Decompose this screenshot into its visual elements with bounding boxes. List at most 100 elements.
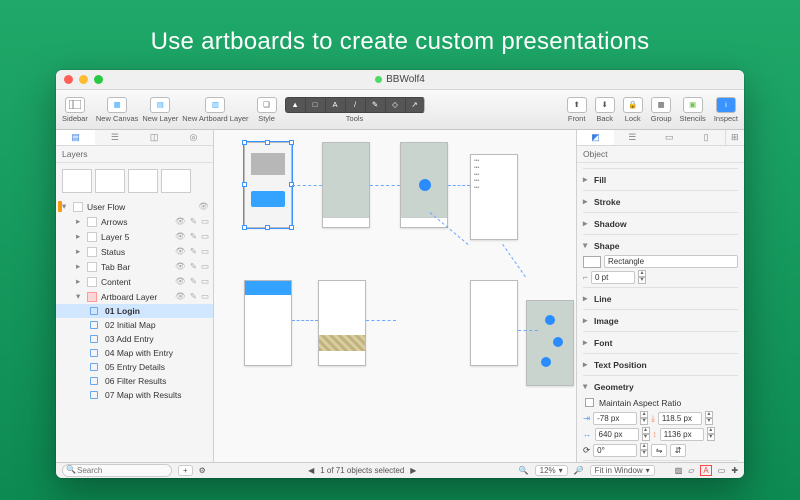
artboard-details2[interactable] — [244, 280, 292, 366]
lock-icon[interactable]: ✎ — [190, 216, 197, 227]
inspect-button[interactable]: iInspect — [714, 97, 738, 123]
visibility-icon[interactable]: 👁 — [175, 216, 186, 227]
artboard-entry-details[interactable] — [318, 280, 366, 366]
section-fill[interactable]: ▸Fill — [583, 172, 738, 187]
search-input[interactable] — [62, 464, 172, 477]
artboard-login[interactable] — [244, 142, 292, 228]
lock-button[interactable]: 🔒Lock — [623, 97, 643, 123]
section-stroke[interactable]: ▸Stroke — [583, 194, 738, 209]
lock-icon[interactable]: ✎ — [190, 261, 197, 272]
add-button[interactable]: + — [178, 465, 193, 476]
visibility-icon[interactable]: 👁 — [198, 201, 209, 212]
layer-row[interactable]: ▸Content👁✎▭ — [56, 274, 213, 289]
shape-select[interactable]: Rectangle — [604, 255, 738, 268]
artboard-row[interactable]: 03 Add Entry — [56, 332, 213, 346]
connection-tool[interactable]: ↗ — [405, 97, 425, 113]
maintain-aspect-checkbox[interactable] — [585, 398, 594, 407]
corner-radius-field[interactable]: 0 pt — [591, 271, 635, 284]
selection-tool[interactable]: ▲ — [285, 97, 305, 113]
section-shape[interactable]: ▾Shape — [583, 238, 738, 253]
y-field[interactable]: 118.5 px — [658, 412, 702, 425]
layer-row[interactable]: ▸Tab Bar👁✎▭ — [56, 259, 213, 274]
inspector-tab-grid[interactable]: ⊞ — [725, 130, 744, 145]
lock-icon[interactable]: ✎ — [190, 291, 197, 302]
next-button[interactable]: ▶ — [410, 466, 416, 475]
layer-row[interactable]: ▸Status👁✎▭ — [56, 244, 213, 259]
section-font[interactable]: ▸Font — [583, 335, 738, 350]
zoom-out-button[interactable]: 🔍 — [519, 466, 529, 475]
section-geometry[interactable]: ▾Geometry — [583, 379, 738, 394]
group-button[interactable]: ▦Group — [651, 97, 672, 123]
sidebar-tab-guides[interactable]: ◫ — [135, 130, 174, 145]
style-tray-shape[interactable]: ▭ — [718, 466, 726, 475]
style-tray-stroke[interactable]: ▱ — [688, 466, 694, 475]
search-field[interactable] — [62, 464, 172, 477]
lock-icon[interactable]: ✎ — [190, 276, 197, 287]
style-tray-text[interactable]: A — [700, 465, 711, 476]
artboard-row[interactable]: 04 Map with Entry — [56, 346, 213, 360]
style-tray-fill[interactable]: ▨ — [675, 466, 683, 475]
canvas-thumb[interactable] — [95, 169, 125, 193]
artboard-row[interactable]: 06 Filter Results — [56, 374, 213, 388]
artboard-filter[interactable] — [470, 280, 518, 366]
zoom-mode-select[interactable]: Fit in Window ▾ — [590, 465, 655, 476]
canvas[interactable]: ••••••••••••••• — [214, 130, 576, 462]
artboard-row[interactable]: 02 Initial Map — [56, 318, 213, 332]
add-style-button[interactable]: ✚ — [731, 466, 738, 475]
front-button[interactable]: ⬆Front — [567, 97, 587, 123]
minimize-window-button[interactable] — [79, 75, 88, 84]
layer-row[interactable]: ▸Layer 5👁✎▭ — [56, 229, 213, 244]
new-layer-button[interactable]: ▤ New Layer — [142, 97, 178, 123]
visibility-icon[interactable]: 👁 — [175, 276, 186, 287]
artboard-row[interactable]: 01 Login — [56, 304, 213, 318]
layer-row[interactable]: ▸Arrows👁✎▭ — [56, 214, 213, 229]
canvas-thumb[interactable] — [161, 169, 191, 193]
artboard-results[interactable] — [526, 300, 574, 386]
inspector-tab-properties[interactable]: ☰ — [614, 130, 651, 145]
h-stepper[interactable]: ▴▾ — [707, 427, 715, 441]
visibility-icon[interactable]: 👁 — [175, 291, 186, 302]
stencils-button[interactable]: ▣Stencils — [680, 97, 706, 123]
visibility-icon[interactable]: 👁 — [175, 231, 186, 242]
inspector-tab-object[interactable]: ◩ — [577, 130, 614, 145]
style-button[interactable]: ❏ Style — [257, 97, 277, 123]
artboard-details[interactable]: ••••••••••••••• — [470, 154, 518, 240]
rect-tool[interactable]: □ — [305, 97, 325, 113]
h-field[interactable]: 1136 px — [660, 428, 704, 441]
canvas-row[interactable]: ▾ User Flow 👁 — [56, 199, 213, 214]
section-text-position[interactable]: ▸Text Position — [583, 357, 738, 372]
back-button[interactable]: ⬇Back — [595, 97, 615, 123]
sidebar-toggle-button[interactable]: Sidebar — [62, 97, 88, 123]
flip-v-button[interactable]: ⇵ — [670, 444, 686, 457]
inspector-tab-document[interactable]: ▯ — [688, 130, 725, 145]
artboard-map[interactable] — [322, 142, 370, 228]
sidebar-tab-outline[interactable]: ☰ — [95, 130, 134, 145]
zoom-level[interactable]: 12% ▾ — [535, 465, 568, 476]
section-line[interactable]: ▸Line — [583, 291, 738, 306]
lock-icon[interactable]: ✎ — [190, 246, 197, 257]
canvas-thumb[interactable] — [128, 169, 158, 193]
section-shadow[interactable]: ▸Shadow — [583, 216, 738, 231]
lock-icon[interactable]: ✎ — [190, 231, 197, 242]
pen-tool[interactable]: ✎ — [365, 97, 385, 113]
artboard-row[interactable]: 07 Map with Results — [56, 388, 213, 402]
flip-h-button[interactable]: ⇋ — [651, 444, 667, 457]
visibility-icon[interactable]: 👁 — [175, 261, 186, 272]
close-window-button[interactable] — [64, 75, 73, 84]
w-stepper[interactable]: ▴▾ — [642, 427, 650, 441]
artboard-row[interactable]: 05 Entry Details — [56, 360, 213, 374]
canvas-thumb[interactable] — [62, 169, 92, 193]
artboard-layer-row[interactable]: ▾Artboard Layer👁✎▭ — [56, 289, 213, 304]
x-field[interactable]: -78 px — [593, 412, 637, 425]
visibility-icon[interactable]: 👁 — [175, 246, 186, 257]
artboard-add[interactable] — [400, 142, 448, 228]
y-stepper[interactable]: ▴▾ — [705, 411, 713, 425]
new-canvas-button[interactable]: ▦ New Canvas — [96, 97, 139, 123]
section-image[interactable]: ▸Image — [583, 313, 738, 328]
new-artboard-layer-button[interactable]: ▥ New Artboard Layer — [182, 97, 248, 123]
sidebar-tab-layers[interactable]: ▤ — [56, 130, 95, 145]
inspector-tab-canvas[interactable]: ▭ — [651, 130, 688, 145]
zoom-window-button[interactable] — [94, 75, 103, 84]
line-tool[interactable]: / — [345, 97, 365, 113]
prev-button[interactable]: ◀ — [308, 466, 314, 475]
